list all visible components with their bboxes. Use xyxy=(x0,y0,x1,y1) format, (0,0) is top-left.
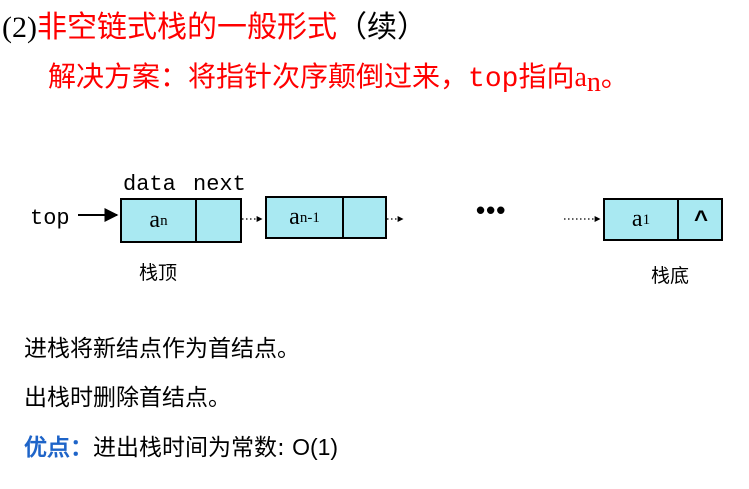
stack-node-second: a n-1 xyxy=(265,196,387,239)
advantage-text: 进出栈时间为常数: xyxy=(93,435,293,461)
node-data-field: a1 xyxy=(631,206,651,232)
node-data-field: an xyxy=(149,207,168,233)
pop-description: 出栈时删除首结点。 xyxy=(24,385,231,411)
null-pointer-icon: ^ xyxy=(693,205,708,233)
advantage-label: 优点： xyxy=(24,435,93,461)
node-field-divider xyxy=(195,200,197,241)
node-field-divider xyxy=(342,198,344,237)
ellipsis: ••• xyxy=(476,195,507,225)
push-description: 进栈将新结点作为首结点。 xyxy=(24,336,300,362)
node-data-field: a n-1 xyxy=(289,204,320,230)
caption-stack-top: 栈顶 xyxy=(139,262,178,284)
caption-stack-bottom: 栈底 xyxy=(651,265,690,287)
stack-node-top: an xyxy=(120,198,242,243)
stack-node-bottom: a1 ^ xyxy=(603,198,723,241)
complexity-value: O(1) xyxy=(292,434,339,460)
advantage-line: 优点：进出栈时间为常数: O(1) xyxy=(24,432,338,463)
pointer-arrows xyxy=(78,208,601,222)
